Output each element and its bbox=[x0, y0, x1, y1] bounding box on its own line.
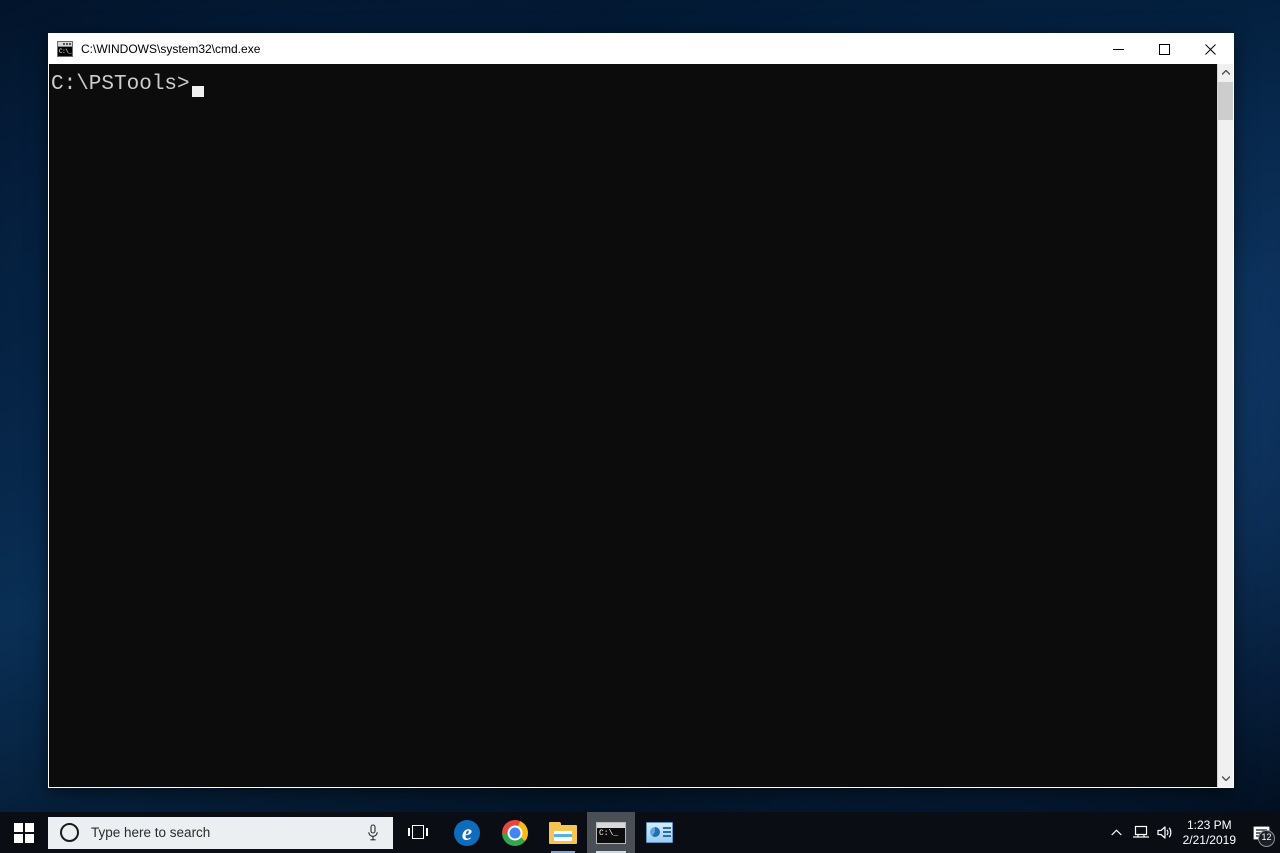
taskbar: Type here to search e C:\_ 1:23 PM 2/21/… bbox=[0, 812, 1280, 853]
search-input[interactable]: Type here to search bbox=[48, 816, 393, 849]
folder-strip bbox=[554, 833, 572, 837]
cmd-icon-prompt: C:\_ bbox=[599, 828, 619, 838]
cmd-icon: C:\_ bbox=[57, 41, 73, 57]
console-output-area[interactable]: C:\PSTools> bbox=[49, 64, 1217, 787]
remote-desktop-line bbox=[662, 831, 671, 833]
remote-desktop-line bbox=[662, 827, 671, 829]
action-center-button[interactable]: 12 bbox=[1246, 812, 1276, 853]
scroll-thumb[interactable] bbox=[1218, 82, 1233, 120]
window-controls bbox=[1095, 34, 1233, 64]
microphone-icon[interactable] bbox=[367, 823, 379, 842]
desktop-background: C:\_ C:\WINDOWS\system32\cmd.exe C:\PSTo… bbox=[0, 0, 1280, 853]
system-tray: 1:23 PM 2/21/2019 12 bbox=[1105, 812, 1280, 853]
cmd-icon-dots bbox=[63, 43, 71, 45]
start-button[interactable] bbox=[0, 812, 48, 853]
clock-time: 1:23 PM bbox=[1186, 817, 1232, 832]
console-prompt-line: C:\PSTools> bbox=[49, 72, 1217, 98]
task-view-side-right bbox=[426, 828, 428, 836]
minimize-icon bbox=[1112, 48, 1124, 50]
console-body: C:\PSTools> bbox=[49, 64, 1233, 787]
maximize-button[interactable] bbox=[1141, 34, 1187, 64]
file-explorer-icon bbox=[549, 821, 577, 844]
windows-logo-quadrant bbox=[25, 833, 34, 843]
volume-button[interactable] bbox=[1153, 812, 1177, 853]
console-cursor bbox=[191, 86, 204, 97]
search-placeholder-text: Type here to search bbox=[91, 825, 211, 840]
taskbar-item-file-explorer[interactable] bbox=[539, 812, 587, 853]
clock-button[interactable]: 1:23 PM 2/21/2019 bbox=[1177, 818, 1246, 848]
close-button[interactable] bbox=[1187, 34, 1233, 64]
edge-icon: e bbox=[454, 819, 480, 846]
cortana-circle-icon[interactable] bbox=[60, 823, 79, 842]
cmd-icon-titlebar bbox=[597, 822, 625, 828]
cmd-icon: C:\_ bbox=[596, 821, 626, 844]
chevron-up-icon bbox=[1111, 829, 1122, 836]
command-prompt-window: C:\_ C:\WINDOWS\system32\cmd.exe C:\PSTo… bbox=[48, 33, 1234, 788]
taskbar-item-edge[interactable]: e bbox=[443, 812, 491, 853]
console-scrollbar[interactable] bbox=[1217, 64, 1233, 787]
task-view-button[interactable] bbox=[395, 812, 443, 853]
windows-logo-quadrant bbox=[14, 822, 23, 832]
maximize-icon bbox=[1158, 43, 1170, 55]
remote-desktop-icon bbox=[645, 822, 673, 843]
chevron-up-icon bbox=[1221, 70, 1230, 75]
window-title-text: C:\WINDOWS\system32\cmd.exe bbox=[81, 42, 261, 56]
taskbar-item-chrome[interactable] bbox=[491, 812, 539, 853]
task-view-side-left bbox=[408, 828, 410, 836]
network-icon bbox=[1132, 825, 1149, 838]
close-icon bbox=[1204, 43, 1216, 55]
task-view-window bbox=[412, 825, 424, 839]
taskbar-item-remote-desktop[interactable] bbox=[635, 812, 683, 853]
minimize-button[interactable] bbox=[1095, 34, 1141, 64]
remote-desktop-chart bbox=[649, 827, 660, 837]
taskbar-item-command-prompt[interactable]: C:\_ bbox=[587, 812, 635, 853]
microphone-glyph bbox=[368, 823, 378, 840]
console-prompt-text: C:\PSTools> bbox=[51, 73, 190, 96]
clock-date: 2/21/2019 bbox=[1182, 832, 1236, 847]
remote-desktop-line bbox=[662, 835, 671, 837]
volume-icon bbox=[1157, 826, 1171, 839]
task-view-icon bbox=[408, 824, 430, 841]
windows-logo-quadrant bbox=[25, 822, 34, 832]
windows-logo-quadrant bbox=[14, 833, 23, 843]
scroll-up-arrow[interactable] bbox=[1218, 64, 1233, 81]
chrome-icon bbox=[502, 819, 528, 846]
window-title-bar[interactable]: C:\_ C:\WINDOWS\system32\cmd.exe bbox=[49, 34, 1233, 64]
notification-count-badge: 12 bbox=[1258, 830, 1275, 847]
scroll-down-arrow[interactable] bbox=[1218, 770, 1233, 787]
chrome-icon-center bbox=[507, 825, 523, 840]
show-hidden-icons-button[interactable] bbox=[1105, 812, 1129, 853]
windows-logo-icon bbox=[14, 822, 34, 843]
chevron-down-icon bbox=[1221, 776, 1230, 781]
taskbar-app-buttons: e C:\_ bbox=[395, 812, 683, 853]
network-button[interactable] bbox=[1129, 812, 1153, 853]
cmd-icon-prompt: C:\_ bbox=[58, 47, 72, 56]
